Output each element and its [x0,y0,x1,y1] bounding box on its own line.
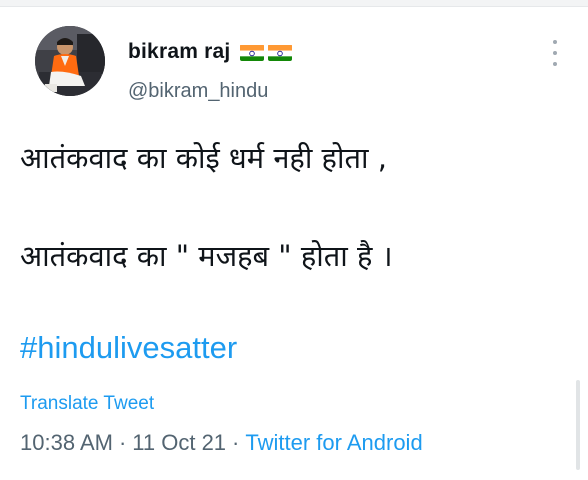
meta-separator: · [232,430,240,455]
tweet-text-line: आतंकवाद का कोई धर्म नही होता , [20,141,387,175]
avatar-image [35,26,105,96]
author-name-row[interactable]: bikram raj [128,40,293,64]
author-handle[interactable]: @bikram_hindu [128,80,268,103]
tweet-meta: 10:38 AM · 11 Oct 21 · Twitter for Android [20,430,423,456]
more-options-icon[interactable] [545,40,565,66]
tweet-date[interactable]: 11 Oct 21 [132,430,226,455]
more-dot [553,51,557,55]
hashtag-link[interactable]: #hindulivesatter [20,330,237,366]
meta-separator: · [118,430,127,455]
india-flag-icon [268,44,293,61]
tweet-source-link[interactable]: Twitter for Android [245,430,422,455]
more-dot [553,40,557,44]
author-name[interactable]: bikram raj [128,40,230,64]
tweet-text-line: आतंकवाद का " मजहब " होता है । [20,239,393,273]
top-divider [0,0,588,7]
translate-tweet-link[interactable]: Translate Tweet [20,393,154,415]
flag-emojis [240,44,293,61]
more-dot [553,62,557,66]
tweet-time[interactable]: 10:38 AM [20,430,113,455]
india-flag-icon [240,44,265,61]
scrollbar[interactable] [576,380,580,470]
avatar[interactable] [35,26,105,96]
